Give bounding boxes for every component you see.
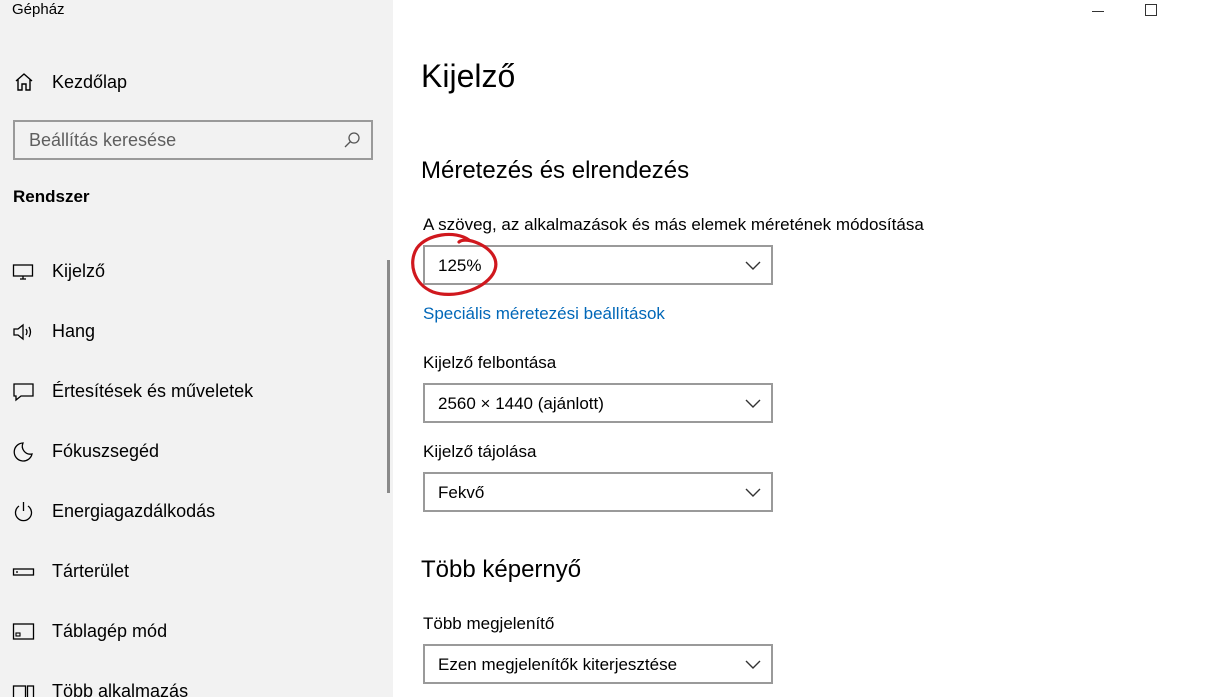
orientation-label: Kijelző tájolása (423, 442, 537, 461)
chevron-down-icon (745, 660, 761, 669)
maximize-button[interactable] (1128, 0, 1174, 24)
sidebar-item-label: Hang (52, 321, 96, 341)
scale-layout-heading: Méretezés és elrendezés (421, 157, 690, 184)
chevron-down-icon (745, 399, 761, 408)
orientation-value: Fekvő (438, 483, 485, 502)
minimize-icon (1092, 11, 1104, 12)
storage-icon (12, 568, 35, 576)
moon-icon (13, 442, 33, 462)
sidebar-item-label: Több alkalmazás (52, 681, 189, 697)
multiple-displays-heading: Több képernyő (421, 556, 582, 583)
sidebar-item-multitasking[interactable]: Több alkalmazás (0, 664, 385, 697)
sidebar-item-sound[interactable]: Hang (0, 304, 385, 360)
settings-window: Gépház Kezdőlap Rendszer Kijelző (0, 0, 1227, 697)
scale-dropdown[interactable]: 125% (423, 245, 773, 285)
multiple-displays-label: Több megjelenítő (423, 614, 555, 633)
resolution-label: Kijelző felbontása (423, 353, 557, 372)
home-label: Kezdőlap (52, 72, 128, 92)
sidebar-item-power[interactable]: Energiagazdálkodás (0, 484, 385, 540)
sidebar-item-label: Táblagép mód (52, 621, 168, 641)
speaker-icon (13, 323, 32, 341)
sidebar-item-label: Tárterület (52, 561, 130, 581)
sidebar-item-label: Értesítések és műveletek (52, 381, 254, 401)
minimize-button[interactable] (1075, 0, 1121, 24)
sidebar-item-label: Fókuszsegéd (52, 441, 160, 461)
monitor-icon (12, 264, 34, 280)
search-box[interactable] (13, 120, 373, 160)
multiple-displays-value: Ezen megjelenítők kiterjesztése (438, 655, 678, 674)
main-content: Kijelző Méretezés és elrendezés A szöveg… (393, 0, 1227, 697)
sidebar-item-label: Kijelző (52, 261, 106, 281)
home-icon (15, 73, 33, 91)
scale-label: A szöveg, az alkalmazások és más elemek … (423, 215, 924, 234)
orientation-dropdown[interactable]: Fekvő (423, 472, 773, 512)
sidebar-item-storage[interactable]: Tárterület (0, 544, 385, 600)
power-icon (14, 502, 33, 522)
resolution-dropdown[interactable]: 2560 × 1440 (ajánlott) (423, 383, 773, 423)
sidebar-item-notifications[interactable]: Értesítések és műveletek (0, 364, 385, 420)
sidebar-item-tablet-mode[interactable]: Táblagép mód (0, 604, 385, 660)
sidebar-item-focus-assist[interactable]: Fókuszsegéd (0, 424, 385, 480)
sidebar-scrollbar[interactable] (387, 260, 390, 493)
maximize-icon (1145, 4, 1157, 16)
resolution-value: 2560 × 1440 (ajánlott) (438, 394, 604, 413)
chevron-down-icon (745, 488, 761, 497)
multitask-icon (12, 685, 35, 697)
sidebar-item-display[interactable]: Kijelző (0, 244, 385, 300)
section-heading: Rendszer (13, 187, 90, 206)
message-icon (13, 383, 34, 402)
scale-value: 125% (438, 256, 482, 275)
search-icon[interactable] (343, 131, 361, 149)
multiple-displays-dropdown[interactable]: Ezen megjelenítők kiterjesztése (423, 644, 773, 684)
page-title: Kijelző (421, 58, 516, 94)
app-title: Gépház (12, 1, 65, 18)
sidebar-item-label: Energiagazdálkodás (52, 501, 216, 521)
tablet-icon (12, 623, 35, 640)
home-nav-item[interactable]: Kezdőlap (0, 62, 393, 102)
sidebar: Gépház Kezdőlap Rendszer Kijelző (0, 0, 393, 697)
advanced-scaling-link[interactable]: Speciális méretezési beállítások (423, 304, 665, 324)
search-input[interactable] (15, 122, 335, 158)
chevron-down-icon (745, 261, 761, 270)
